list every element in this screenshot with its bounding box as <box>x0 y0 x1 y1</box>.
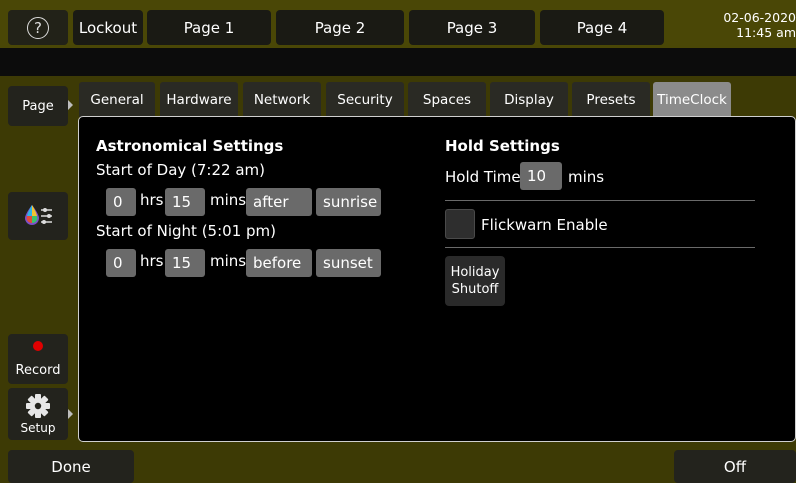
tab-presets[interactable]: Presets <box>572 82 650 117</box>
day-mins-unit: mins <box>210 191 247 209</box>
done-button[interactable]: Done <box>8 450 134 483</box>
day-hrs-unit: hrs <box>140 191 164 209</box>
tab-network[interactable]: Network <box>243 82 321 117</box>
night-hrs-unit: hrs <box>140 252 164 270</box>
holiday-line-2: Shutoff <box>451 282 499 297</box>
holiday-shutoff-button[interactable]: Holiday Shutoff <box>445 256 505 306</box>
page-2-button[interactable]: Page 2 <box>276 10 404 45</box>
night-event-select[interactable]: sunset <box>316 249 381 277</box>
tab-timeclock[interactable]: TimeClock <box>653 82 731 117</box>
tab-security[interactable]: Security <box>326 82 404 117</box>
page-button[interactable]: Page <box>8 86 68 126</box>
start-of-night-label: Start of Night (5:01 pm) <box>96 222 276 240</box>
setup-button[interactable]: Setup <box>8 388 68 440</box>
hold-divider-1 <box>445 200 755 201</box>
tab-hardware[interactable]: Hardware <box>160 82 238 117</box>
help-button[interactable]: ? <box>8 10 68 45</box>
night-mins-unit: mins <box>210 252 247 270</box>
time-text: 11:45 am <box>736 25 796 40</box>
page-3-button[interactable]: Page 3 <box>409 10 535 45</box>
record-button[interactable]: Record <box>8 334 68 384</box>
night-minutes-field[interactable]: 15 <box>165 249 205 277</box>
flickwarn-label: Flickwarn Enable <box>481 216 608 234</box>
help-icon: ? <box>27 16 49 39</box>
color-settings-button[interactable] <box>8 192 68 240</box>
night-hours-field[interactable]: 0 <box>106 249 136 277</box>
record-dot-icon <box>33 340 43 351</box>
hold-divider-2 <box>445 247 755 248</box>
hold-time-unit: mins <box>568 168 605 186</box>
flickwarn-checkbox[interactable] <box>445 209 475 239</box>
date-time: 02-06-2020 11:45 am <box>685 10 796 40</box>
tab-spaces[interactable]: Spaces <box>408 82 486 117</box>
setup-label: Setup <box>20 421 56 435</box>
astronomical-settings-title: Astronomical Settings <box>96 137 284 155</box>
hold-time-field[interactable]: 10 <box>520 162 562 190</box>
setup-arrow-icon <box>68 409 73 419</box>
page-arrow-icon <box>68 100 73 110</box>
day-minutes-field[interactable]: 15 <box>165 188 205 216</box>
page-4-button[interactable]: Page 4 <box>540 10 664 45</box>
day-hours-field[interactable]: 0 <box>106 188 136 216</box>
hold-time-label: Hold Time <box>445 168 521 186</box>
off-button[interactable]: Off <box>674 450 796 483</box>
day-offset-select[interactable]: after <box>246 188 312 216</box>
color-drop-sliders-icon <box>25 205 52 225</box>
page-1-button[interactable]: Page 1 <box>147 10 271 45</box>
page-button-label: Page <box>22 98 54 114</box>
holiday-line-1: Holiday <box>450 265 500 280</box>
tab-general[interactable]: General <box>79 82 155 117</box>
record-label: Record <box>15 362 61 378</box>
status-strip <box>0 48 796 76</box>
tab-display[interactable]: Display <box>490 82 568 117</box>
date-text: 02-06-2020 <box>723 10 796 25</box>
day-event-select[interactable]: sunrise <box>316 188 381 216</box>
hold-settings-title: Hold Settings <box>445 137 560 155</box>
start-of-day-label: Start of Day (7:22 am) <box>96 161 265 179</box>
gear-icon <box>26 394 50 418</box>
lockout-button[interactable]: Lockout <box>73 10 143 45</box>
night-offset-select[interactable]: before <box>246 249 312 277</box>
